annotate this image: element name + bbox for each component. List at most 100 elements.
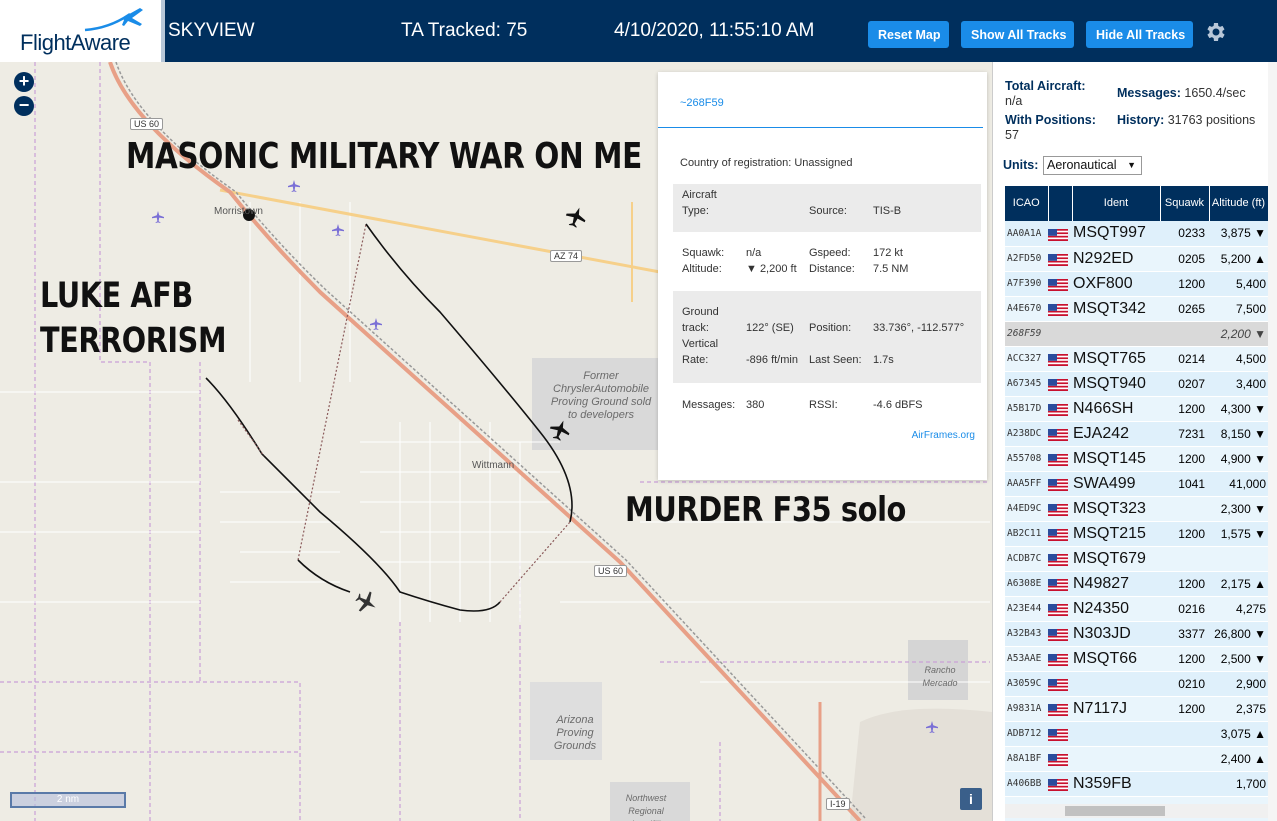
row-squawk: 1200	[1160, 646, 1209, 672]
highway-shield: I-19	[826, 798, 850, 810]
table-row[interactable]: A7F390 OXF800 1200 5,400	[1005, 271, 1268, 297]
selected-aircraft-icon[interactable]	[352, 587, 381, 617]
table-row[interactable]: A53AAE MSQT66 1200 2,500 ▼	[1005, 646, 1268, 672]
messages-stat: Messages: 1650.4/sec	[1117, 86, 1246, 101]
settings-gear-icon[interactable]	[1203, 20, 1227, 44]
us-flag-icon	[1048, 253, 1068, 266]
col-squawk[interactable]: Squawk	[1160, 186, 1210, 221]
row-icao: A4ED9C	[1005, 496, 1048, 522]
total-label: Total Aircraft:	[1005, 79, 1086, 93]
annotation-text: LUKE AFB	[40, 276, 193, 316]
table-row[interactable]: A3059C 0210 2,900	[1005, 671, 1268, 697]
airframes-link[interactable]: AirFrames.org	[912, 430, 975, 441]
row-ident: MSQT342	[1072, 296, 1160, 322]
current-datetime: 4/10/2020, 11:55:10 AM	[614, 20, 815, 41]
us-flag-icon	[1048, 603, 1068, 616]
aircraft-icon[interactable]	[563, 204, 589, 230]
table-row[interactable]: A2FD50 N292ED 0205 5,200 ▲	[1005, 246, 1268, 272]
table-row[interactable]: AAA5FF SWA499 1041 41,000	[1005, 471, 1268, 497]
show-all-tracks-button[interactable]: Show All Tracks	[961, 21, 1074, 48]
table-row[interactable]: A55708 MSQT145 1200 4,900 ▼	[1005, 446, 1268, 472]
row-icao: A2FD50	[1005, 246, 1048, 272]
aircraft-detail-popup: ~268F59 Country of registration: Unassig…	[658, 72, 987, 480]
map-info-button[interactable]: i	[960, 788, 982, 810]
row-ident: OXF800	[1072, 271, 1160, 297]
table-row[interactable]: ACDB7C MSQT679	[1005, 546, 1268, 572]
hide-all-tracks-button[interactable]: Hide All Tracks	[1086, 21, 1193, 48]
row-ident: SWA499	[1072, 471, 1160, 497]
table-row[interactable]: A23E44 N24350 0216 4,275	[1005, 596, 1268, 622]
table-row[interactable]: A4E670 MSQT342 0265 7,500	[1005, 296, 1268, 322]
row-ident: N303JD	[1072, 621, 1160, 647]
table-row[interactable]: A9831A N7117J 1200 2,375	[1005, 696, 1268, 722]
table-row[interactable]: AA0A1A MSQT997 0233 3,875 ▼	[1005, 221, 1268, 247]
row-icao: ACDB7C	[1005, 546, 1048, 572]
table-header-row: ICAO Ident Squawk Altitude (ft)	[1005, 186, 1269, 221]
row-icao: A67345	[1005, 371, 1048, 397]
row-altitude: 5,400	[1209, 271, 1268, 297]
row-icao: A4E670	[1005, 296, 1048, 322]
us-flag-icon	[1048, 578, 1068, 591]
horizontal-scrollbar[interactable]	[1005, 804, 1268, 818]
highway-shield: AZ 74	[550, 250, 583, 262]
reset-map-button[interactable]: Reset Map	[868, 21, 949, 48]
popup-section-type: Aircraft Type: Source: TIS-B	[673, 184, 981, 232]
row-ident: N359FB	[1072, 771, 1160, 797]
flight-track-2[interactable]	[297, 559, 351, 593]
popup-section-messages: Messages: 380 RSSI: -4.6 dBFS	[673, 390, 981, 420]
lastseen-value: 1.7s	[873, 354, 894, 366]
row-ident: MSQT997	[1072, 221, 1160, 247]
popup-section-track: Ground track: 122° (SE) Position: 33.736…	[673, 291, 981, 383]
table-row[interactable]: A67345 MSQT940 0207 3,400	[1005, 371, 1268, 397]
flightaware-logo[interactable]: FlightAware	[0, 0, 165, 62]
table-row[interactable]: 268F59 2,200 ▼	[1005, 321, 1268, 347]
highway-shield: US 60	[130, 118, 164, 130]
row-flag	[1048, 671, 1072, 697]
zoom-in-button[interactable]: +	[14, 72, 34, 92]
table-row[interactable]: A6308E N49827 1200 2,175 ▲	[1005, 571, 1268, 597]
us-flag-icon	[1048, 353, 1068, 366]
area-label: Rancho Mercado	[922, 665, 958, 688]
col-icao[interactable]: ICAO	[1005, 186, 1049, 221]
altitude-label: Altitude:	[682, 263, 722, 275]
row-squawk	[1160, 546, 1209, 572]
row-icao: A5B17D	[1005, 396, 1048, 422]
row-ident: MSQT679	[1072, 546, 1160, 572]
col-ident[interactable]: Ident	[1072, 186, 1161, 221]
table-row[interactable]: A32B43 N303JD 3377 26,800 ▼	[1005, 621, 1268, 647]
vertical-scrollbar[interactable]	[1268, 62, 1277, 821]
positions-label: With Positions:	[1005, 113, 1096, 127]
row-ident: N49827	[1072, 571, 1160, 597]
aircraft-sidebar: Total Aircraft: n/a Messages: 1650.4/sec…	[992, 62, 1277, 821]
annotation-text: MASONIC MILITARY WAR ON ME	[126, 136, 642, 177]
zoom-out-button[interactable]: −	[14, 96, 34, 116]
row-flag	[1048, 296, 1072, 322]
row-altitude: 2,500 ▼	[1209, 646, 1268, 672]
scroll-thumb[interactable]	[1065, 806, 1165, 816]
table-row[interactable]: AB2C11 MSQT215 1200 1,575 ▼	[1005, 521, 1268, 547]
units-select[interactable]: Aeronautical ▼	[1043, 156, 1142, 175]
row-flag	[1048, 696, 1072, 722]
row-flag	[1048, 346, 1072, 372]
col-flag[interactable]	[1048, 186, 1073, 221]
us-flag-icon	[1048, 403, 1068, 416]
history-stat: History: 31763 positions	[1117, 113, 1267, 128]
row-ident: EJA242	[1072, 421, 1160, 447]
row-flag	[1048, 271, 1072, 297]
table-row[interactable]: A406BB N359FB 1,700	[1005, 771, 1268, 797]
table-row[interactable]: ADB712 3,075 ▲	[1005, 721, 1268, 747]
rssi-value: -4.6 dBFS	[873, 399, 923, 411]
row-altitude: 2,400 ▲	[1209, 746, 1268, 772]
col-altitude[interactable]: Altitude (ft)	[1209, 186, 1269, 221]
az74-road	[219, 188, 661, 274]
table-row[interactable]: A5B17D N466SH 1200 4,300 ▼	[1005, 396, 1268, 422]
table-row[interactable]: ACC327 MSQT765 0214 4,500	[1005, 346, 1268, 372]
popup-ident: ~268F59	[680, 97, 724, 109]
chevron-down-icon: ▼	[1127, 160, 1136, 170]
table-row[interactable]: A8A1BF 2,400 ▲	[1005, 746, 1268, 772]
table-row[interactable]: A4ED9C MSQT323 2,300 ▼	[1005, 496, 1268, 522]
table-row[interactable]: A238DC EJA242 7231 8,150 ▼	[1005, 421, 1268, 447]
row-altitude: 2,200 ▼	[1209, 321, 1268, 347]
row-icao: A406BB	[1005, 771, 1048, 797]
country-value: Unassigned	[794, 157, 853, 169]
